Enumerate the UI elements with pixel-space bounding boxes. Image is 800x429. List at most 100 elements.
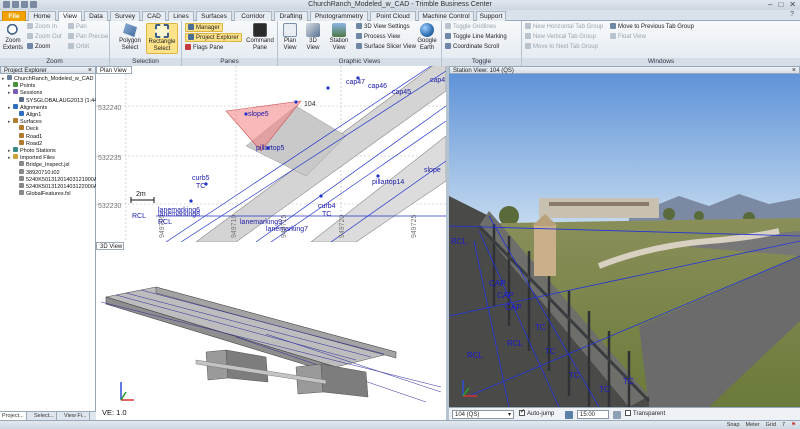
tree-node[interactable]: ▸ Surfaces xyxy=(8,118,42,125)
ribbon: Zoom Extents Zoom In Zoom Out Zoom Pan P… xyxy=(0,21,800,66)
point-label: slope xyxy=(424,167,441,174)
point-label: 104 xyxy=(304,101,316,108)
maximize-button[interactable]: □ xyxy=(778,0,783,9)
tree-node[interactable]: ▸ Photo Stations xyxy=(8,147,56,154)
tab-point-cloud[interactable]: Point Cloud xyxy=(370,11,416,21)
overlay-label: TC xyxy=(569,371,580,380)
flags-pane-button[interactable]: Flags Pane xyxy=(185,44,223,53)
tab-file[interactable]: File xyxy=(2,11,26,21)
3d-view-pane[interactable]: 3D View VE: 1.0 xyxy=(96,242,446,420)
zoom-out-button[interactable]: Zoom Out xyxy=(27,33,62,42)
move-to-previous-tab-group-button[interactable]: Move to Previous Tab Group xyxy=(610,23,694,32)
tab-corridor[interactable]: Corridor xyxy=(234,11,272,21)
tree-node[interactable]: 5240K50131201403121900A... xyxy=(14,175,102,183)
close-icon[interactable]: × xyxy=(792,67,796,75)
toggle-gridlines-button[interactable]: Toggle Gridlines xyxy=(445,23,496,32)
tree-node[interactable]: Bridge_Inspect.jxl xyxy=(14,161,69,168)
tree-node[interactable]: ▸ Sessions xyxy=(8,89,42,96)
panes-group: Manager Project Explorer Flags Pane Comm… xyxy=(182,21,278,66)
tab-data[interactable]: Data xyxy=(84,11,108,21)
tree-node-icon xyxy=(19,175,24,181)
close-icon[interactable]: × xyxy=(88,67,92,75)
zoom-group: Zoom Extents Zoom In Zoom Out Zoom Pan P… xyxy=(0,21,110,66)
tab-cad[interactable]: CAD xyxy=(142,11,166,21)
google-earth-button[interactable]: Google Earth xyxy=(414,23,440,52)
tab-photogrammetry[interactable]: Photogrammetry xyxy=(310,11,368,21)
tree-node[interactable]: 38920710.t02 xyxy=(14,168,60,176)
plan-view-button[interactable]: Plan View xyxy=(280,23,300,52)
3d-view-canvas[interactable]: VE: 1.0 xyxy=(96,242,446,420)
station-select[interactable]: 104 (QS) ▾ xyxy=(452,410,514,419)
tab-machine-control[interactable]: Machine Control xyxy=(418,11,474,21)
tree-node[interactable]: ▸ ChurchRanch_Modeled_w_CAD xyxy=(2,75,94,82)
tab-support[interactable]: Support xyxy=(476,11,506,21)
tab-drafting[interactable]: Drafting xyxy=(274,11,308,21)
command-pane-button[interactable]: Command Pane xyxy=(244,23,276,52)
tab-lines[interactable]: Lines xyxy=(168,11,194,21)
station-photo[interactable]: RCL CAP CAP CAP TC TC RCL TC TC TC RCL xyxy=(449,66,800,407)
tree-node[interactable]: Road2 xyxy=(14,139,42,147)
tree-node-label: Points xyxy=(20,83,36,90)
plan-view-pane[interactable]: Plan View 532240 532235 532230 949705 94… xyxy=(96,66,446,242)
tab-home[interactable]: Home xyxy=(28,11,56,21)
minimize-button[interactable]: – xyxy=(768,0,772,9)
rectangle-select-button[interactable]: Rectangle Select xyxy=(146,23,178,54)
pan-button[interactable]: Pan xyxy=(68,23,87,32)
tree-node[interactable]: SYSGLOBALAUG2013 (1:44 ... xyxy=(14,96,103,104)
toggle-line-marking-button[interactable]: Toggle Line Marking xyxy=(445,33,507,42)
close-button[interactable]: ✕ xyxy=(789,0,796,9)
3d-view-button[interactable]: 3D View xyxy=(302,23,324,52)
tab-view[interactable]: View xyxy=(58,11,82,21)
orbit-button[interactable]: Orbit xyxy=(68,43,89,52)
plan-view-tab[interactable]: Plan View xyxy=(96,66,132,74)
new-vertical-tab-group-button[interactable]: New Vertical Tab Group xyxy=(525,33,596,42)
zoom-extents-button[interactable]: Zoom Extents xyxy=(2,23,24,52)
float-view-button[interactable]: Float View xyxy=(610,33,646,42)
tree-node[interactable]: 5240K50131201403122000A... xyxy=(14,183,102,190)
surface-slicer-view-button[interactable]: Surface Slicer View xyxy=(356,43,416,52)
auto-jump-checkbox[interactable]: Auto-jump xyxy=(519,408,554,419)
3d-view-tab[interactable]: 3D View xyxy=(96,242,124,250)
process-view-button[interactable]: Process View xyxy=(356,33,400,42)
tree-node[interactable]: Deck xyxy=(14,125,39,132)
help-icon[interactable]: ? xyxy=(790,11,794,18)
tree-node-icon xyxy=(19,183,24,188)
flag-icon[interactable]: ⚑ xyxy=(791,422,796,428)
snap-toggle[interactable]: Snap xyxy=(727,422,740,428)
pan-precise-button[interactable]: Pan Precise xyxy=(68,33,108,42)
process-view-icon xyxy=(356,33,362,39)
time-input[interactable]: 15:00 xyxy=(577,410,609,419)
tab-surfaces[interactable]: Surfaces xyxy=(196,11,232,21)
tree-node[interactable]: Road1 xyxy=(14,132,42,140)
settings-icon[interactable] xyxy=(613,411,621,419)
grid-indicator[interactable]: Grid xyxy=(766,422,776,428)
overlay-label: RCL xyxy=(467,351,484,360)
overlay-label: RCL xyxy=(507,339,524,348)
3d-view-settings-button[interactable]: 3D View Settings xyxy=(356,23,410,32)
transparent-checkbox[interactable]: Transparent xyxy=(625,410,665,419)
northing-label: 532240 xyxy=(98,105,121,112)
tree-node[interactable]: ▸ Imported Files xyxy=(8,154,55,161)
tree-node-icon xyxy=(13,103,18,109)
new-horizontal-tab-group-button[interactable]: New Horizontal Tab Group xyxy=(525,23,603,32)
zoom-in-button[interactable]: Zoom In xyxy=(27,23,57,32)
tree-node[interactable]: Align1 xyxy=(14,111,41,118)
scale-bar: 2m xyxy=(130,191,155,203)
move-to-next-tab-group-button[interactable]: Move to Next Tab Group xyxy=(525,43,598,52)
tree-node[interactable]: GlobalFeatures.fxl xyxy=(14,190,71,197)
overlay-label: TC xyxy=(599,385,610,394)
manager-button[interactable]: Manager xyxy=(185,23,223,32)
tree-node-icon xyxy=(13,154,18,160)
coordinate-scroll-button[interactable]: Coordinate Scroll xyxy=(445,43,499,52)
plan-view-canvas[interactable]: 532240 532235 532230 949705 949710 94971… xyxy=(96,66,446,242)
station-view-button[interactable]: Station View xyxy=(326,23,352,52)
zoom-button[interactable]: Zoom xyxy=(27,43,50,52)
units-indicator[interactable]: Meter xyxy=(746,422,760,428)
tree-node[interactable]: ▸ Alignments xyxy=(8,103,47,111)
tree-node[interactable]: ▸ Points xyxy=(8,82,35,89)
polygon-select-button[interactable]: Polygon Select xyxy=(116,23,144,52)
project-explorer-button[interactable]: Project Explorer xyxy=(185,33,242,42)
tab-survey[interactable]: Survey xyxy=(110,11,140,21)
rectangle-select-icon xyxy=(155,24,169,38)
station-view-pane[interactable]: Station View: 104 (QS) × RCL CAP CAP CAP… xyxy=(449,66,800,407)
